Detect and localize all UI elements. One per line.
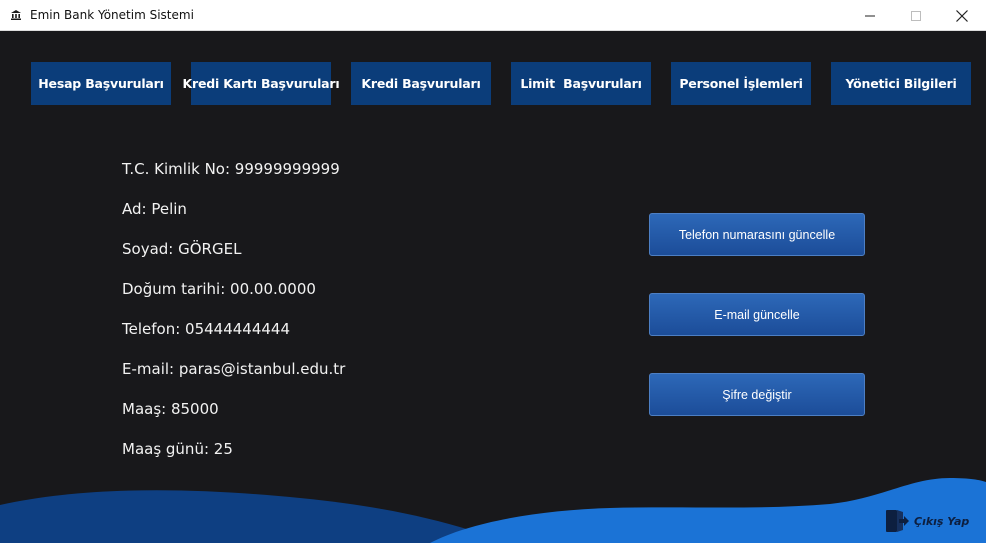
- tc-kimlik-no: T.C. Kimlik No: 99999999999: [122, 160, 340, 178]
- first-name: Ad: Pelin: [122, 200, 187, 218]
- update-email-button[interactable]: E-mail güncelle: [649, 293, 865, 336]
- update-phone-button[interactable]: Telefon numarasını güncelle: [649, 213, 865, 256]
- email-address: E-mail: paras@istanbul.edu.tr: [122, 360, 346, 378]
- logout-icon: [886, 510, 909, 532]
- logout-label: Çıkış Yap: [914, 514, 970, 528]
- minimize-button[interactable]: [847, 0, 893, 31]
- wave-decoration: [0, 478, 986, 543]
- close-icon: [956, 9, 968, 22]
- nav-kredi-basvurulari[interactable]: Kredi Başvuruları: [351, 62, 491, 105]
- app-window: Emin Bank Yönetim Sistemi Hesap Başvurul…: [0, 0, 986, 543]
- last-name: Soyad: GÖRGEL: [122, 240, 242, 258]
- phone-number: Telefon: 05444444444: [122, 320, 291, 338]
- maximize-icon: [911, 10, 921, 21]
- maximize-button[interactable]: [893, 0, 939, 31]
- window-title: Emin Bank Yönetim Sistemi: [30, 8, 194, 22]
- nav-hesap-basvurulari[interactable]: Hesap Başvuruları: [31, 62, 171, 105]
- title-bar: Emin Bank Yönetim Sistemi: [0, 0, 986, 31]
- birth-date: Doğum tarihi: 00.00.0000: [122, 280, 316, 298]
- logout-button[interactable]: Çıkış Yap: [884, 508, 969, 534]
- nav-yonetici-bilgileri[interactable]: Yönetici Bilgileri: [831, 62, 971, 105]
- nav-kredi-karti-basvurulari[interactable]: Kredi Kartı Başvuruları: [183, 62, 340, 105]
- nav-personel-islemleri[interactable]: Personel İşlemleri: [671, 62, 811, 105]
- close-button[interactable]: [939, 0, 985, 31]
- salary-day: Maaş günü: 25: [122, 440, 233, 458]
- salary: Maaş: 85000: [122, 400, 219, 418]
- change-password-button[interactable]: Şifre değiştir: [649, 373, 865, 416]
- nav-limit-basvurulari[interactable]: Limit Başvuruları: [511, 62, 651, 105]
- minimize-icon: [865, 15, 875, 16]
- bank-icon: [11, 10, 21, 20]
